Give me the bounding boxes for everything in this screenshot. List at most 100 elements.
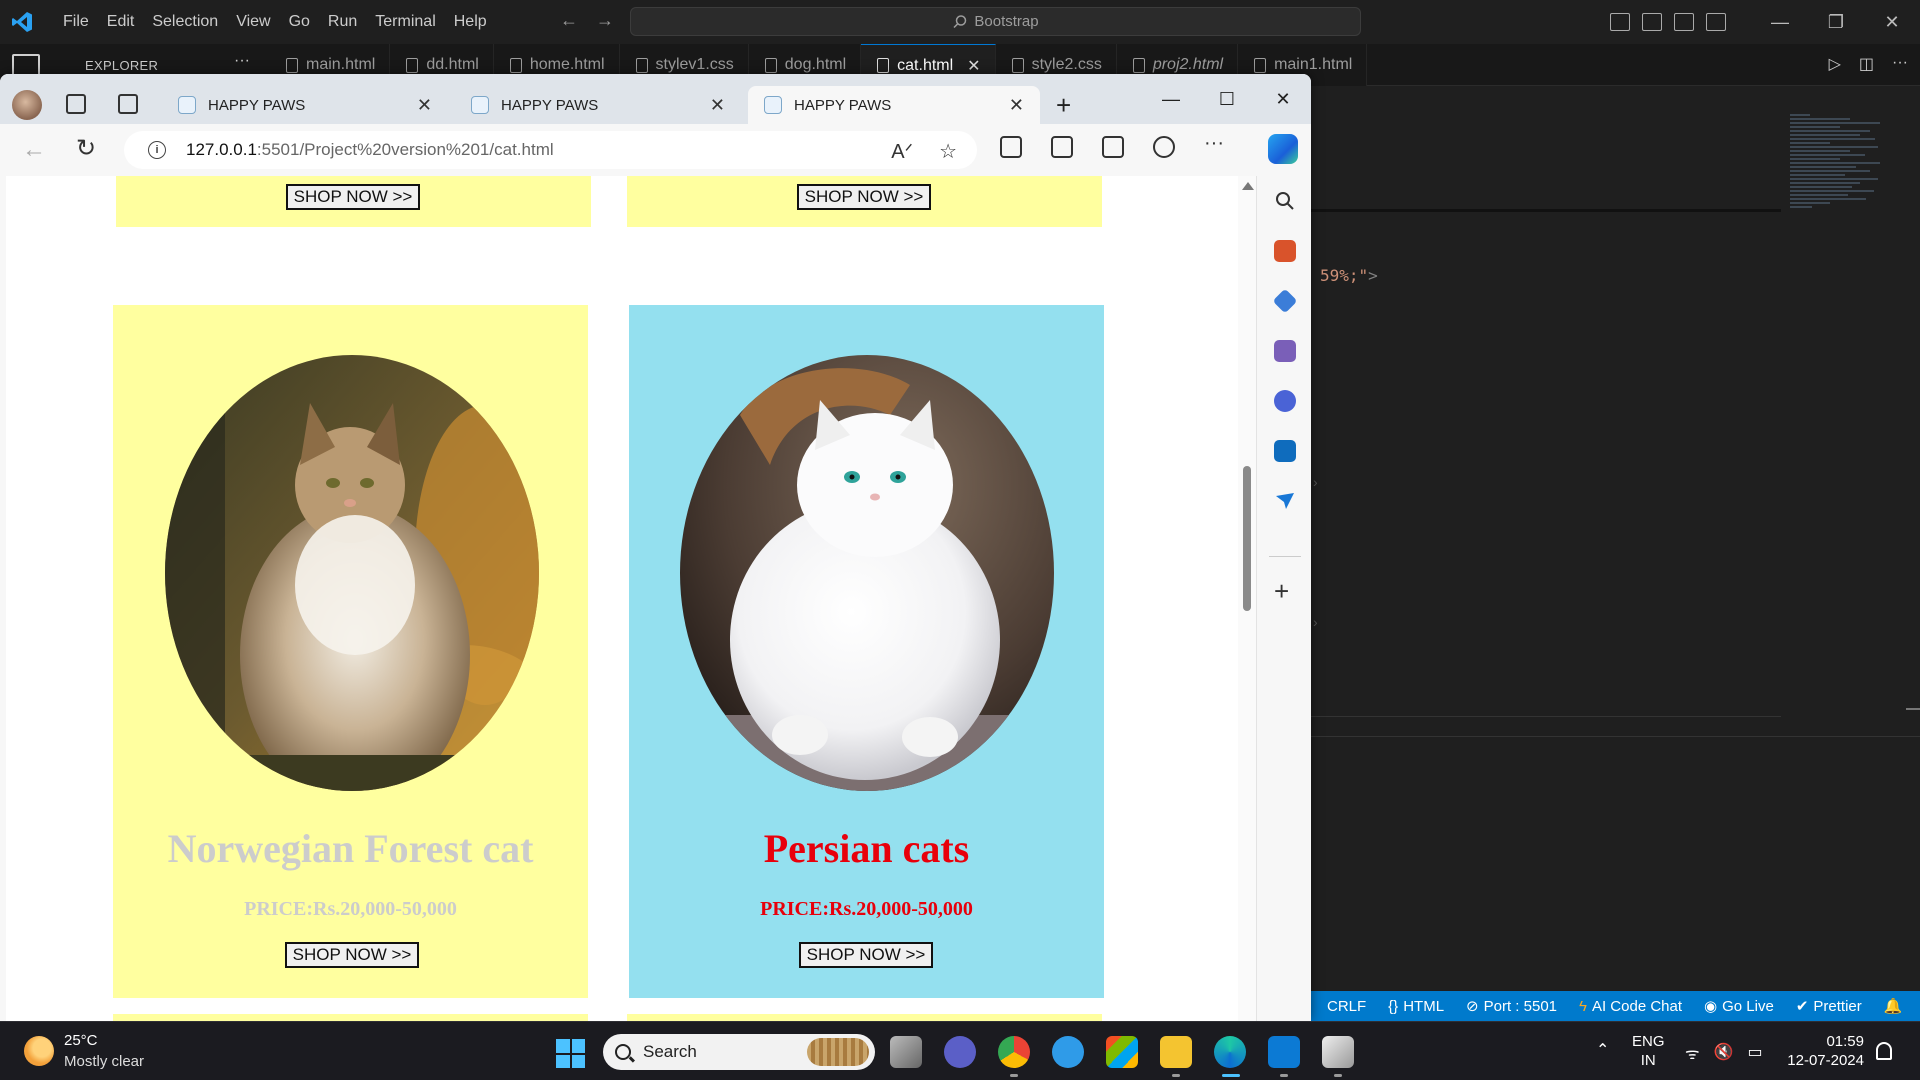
date: 12-07-2024 xyxy=(1787,1052,1864,1069)
file-explorer-icon[interactable] xyxy=(1160,1036,1192,1068)
chevron-right-icon[interactable]: › xyxy=(1313,412,1318,552)
command-center[interactable]: Bootstrap xyxy=(630,7,1361,36)
notification-bell-icon[interactable] xyxy=(1876,1042,1892,1060)
collections-icon[interactable] xyxy=(1102,136,1124,158)
menu-selection[interactable]: Selection xyxy=(143,13,227,31)
toggle-secondary-sidebar-icon[interactable] xyxy=(1674,13,1694,31)
weather-temperature[interactable]: 25°C xyxy=(64,1032,98,1049)
wifi-icon[interactable]: ᯤ xyxy=(1685,1042,1700,1064)
maximize-icon[interactable]: ☐ xyxy=(1199,74,1255,124)
close-tab-icon[interactable]: ✕ xyxy=(967,56,980,76)
add-icon[interactable]: + xyxy=(1274,578,1289,604)
forward-arrow-icon[interactable]: → xyxy=(596,10,614,31)
back-arrow-icon[interactable]: ← xyxy=(560,10,578,31)
favorite-star-icon[interactable]: ☆ xyxy=(939,139,957,164)
status-prettier[interactable]: ✔ Prettier xyxy=(1796,997,1862,1016)
favorites-icon[interactable] xyxy=(1051,136,1073,158)
run-icon[interactable]: ▷ xyxy=(1829,54,1841,74)
teams-chat-icon[interactable] xyxy=(944,1036,976,1068)
split-screen-icon[interactable] xyxy=(1000,136,1022,158)
read-aloud-icon[interactable]: Aᐟ xyxy=(891,139,913,164)
taskbar-search[interactable]: Search xyxy=(603,1034,875,1070)
minimize-icon[interactable]: — xyxy=(1143,74,1199,124)
close-tab-icon[interactable]: ✕ xyxy=(417,95,432,116)
editor-scrollbar[interactable] xyxy=(1906,708,1920,710)
shop-now-button[interactable]: SHOP NOW >> xyxy=(799,942,933,968)
status-language[interactable]: {} HTML xyxy=(1388,998,1444,1015)
restore-icon[interactable]: ❐ xyxy=(1808,0,1864,44)
site-info-icon[interactable]: i xyxy=(148,141,166,159)
more-actions-icon[interactable]: ··· xyxy=(1892,54,1908,74)
vscode-statusbar: CRLF {} HTML ⊘ Port : 5501 ϟ AI Code Chat ◉… xyxy=(1311,991,1920,1021)
menu-run[interactable]: Run xyxy=(319,13,366,31)
status-ai-code-chat[interactable]: ϟ AI Code Chat xyxy=(1579,998,1682,1015)
workspaces-icon[interactable] xyxy=(66,94,86,114)
vscode-icon[interactable] xyxy=(1268,1036,1300,1068)
shop-now-button[interactable]: SHOP NOW >> xyxy=(797,184,931,210)
shopping-tag-icon[interactable] xyxy=(1272,288,1298,314)
minimap[interactable] xyxy=(1790,112,1900,272)
chevron-up-icon[interactable]: ⌃ xyxy=(1596,1040,1609,1060)
menu-view[interactable]: View xyxy=(227,13,279,31)
help-icon[interactable] xyxy=(1052,1036,1084,1068)
task-view-icon[interactable] xyxy=(890,1036,922,1068)
menu-go[interactable]: Go xyxy=(280,13,319,31)
browser-window-controls: — ☐ ✕ xyxy=(1143,74,1311,124)
profile-avatar[interactable] xyxy=(12,90,42,120)
menu-terminal[interactable]: Terminal xyxy=(366,13,444,31)
weather-moon-icon[interactable] xyxy=(24,1036,54,1066)
settings-more-icon[interactable]: ··· xyxy=(1204,133,1226,158)
browser-tab[interactable]: HAPPY PAWS ✕ xyxy=(162,86,448,124)
toggle-panel-icon[interactable] xyxy=(1642,13,1662,31)
office-icon[interactable] xyxy=(1274,390,1296,412)
reload-icon[interactable]: ↻ xyxy=(76,134,96,163)
status-eol[interactable]: CRLF xyxy=(1327,998,1366,1015)
product-card-partial: SHOP NOW >> xyxy=(627,176,1102,227)
volume-muted-icon[interactable]: 🔇 xyxy=(1714,1042,1734,1064)
minimize-icon[interactable]: — xyxy=(1752,0,1808,44)
browser-tab-active[interactable]: HAPPY PAWS ✕ xyxy=(748,86,1040,124)
copilot-icon[interactable] xyxy=(1268,134,1298,164)
customize-layout-icon[interactable] xyxy=(1706,13,1726,31)
tools-icon[interactable] xyxy=(1274,240,1296,262)
clock[interactable]: 01:59 12-07-2024 xyxy=(1784,1032,1864,1070)
scroll-up-icon[interactable] xyxy=(1242,182,1254,190)
browser-tab[interactable]: HAPPY PAWS ✕ xyxy=(455,86,741,124)
page-scrollbar[interactable] xyxy=(1238,176,1256,1021)
split-editor-icon[interactable]: ◫ xyxy=(1859,54,1874,74)
games-icon[interactable] xyxy=(1274,340,1296,362)
shop-now-button[interactable]: SHOP NOW >> xyxy=(285,942,419,968)
toggle-primary-sidebar-icon[interactable] xyxy=(1610,13,1630,31)
battery-icon[interactable]: ▭ xyxy=(1748,1042,1763,1064)
input-language[interactable]: ENG IN xyxy=(1632,1032,1665,1070)
status-port[interactable]: ⊘ Port : 5501 xyxy=(1466,997,1557,1016)
close-icon[interactable]: ✕ xyxy=(1864,0,1920,44)
notifications-icon[interactable]: 🔔 xyxy=(1884,997,1903,1015)
status-go-live[interactable]: ◉ Go Live xyxy=(1704,997,1774,1016)
scrollbar-thumb[interactable] xyxy=(1243,466,1251,611)
shop-now-button[interactable]: SHOP NOW >> xyxy=(286,184,420,210)
menu-help[interactable]: Help xyxy=(445,13,496,31)
back-arrow-icon[interactable]: ← xyxy=(22,136,46,164)
close-icon[interactable]: ✕ xyxy=(1255,74,1311,124)
chevron-right-icon[interactable]: › xyxy=(1313,552,1318,692)
edge-icon[interactable] xyxy=(1214,1036,1246,1068)
more-actions-icon[interactable]: ··· xyxy=(234,52,250,70)
chrome-icon[interactable] xyxy=(998,1036,1030,1068)
address-bar[interactable]: i 127.0.0.1:5501/Project%20version%201/c… xyxy=(124,131,977,169)
browser-essentials-icon[interactable] xyxy=(1153,136,1175,158)
new-tab-icon[interactable]: + xyxy=(1056,92,1071,118)
close-tab-icon[interactable]: ✕ xyxy=(1009,95,1024,116)
snipping-tool-icon[interactable] xyxy=(1322,1036,1354,1068)
start-windows-icon[interactable] xyxy=(556,1039,585,1068)
send-icon[interactable] xyxy=(1274,490,1296,512)
store-icon[interactable] xyxy=(1106,1036,1138,1068)
search-icon[interactable] xyxy=(1274,190,1296,212)
close-tab-icon[interactable]: ✕ xyxy=(710,95,725,116)
weather-description[interactable]: Mostly clear xyxy=(64,1053,144,1070)
menu-file[interactable]: File xyxy=(54,13,98,31)
tab-actions-icon[interactable] xyxy=(118,94,138,114)
explorer-label: EXPLORER xyxy=(85,58,159,73)
menu-edit[interactable]: Edit xyxy=(98,13,144,31)
outlook-icon[interactable] xyxy=(1274,440,1296,462)
